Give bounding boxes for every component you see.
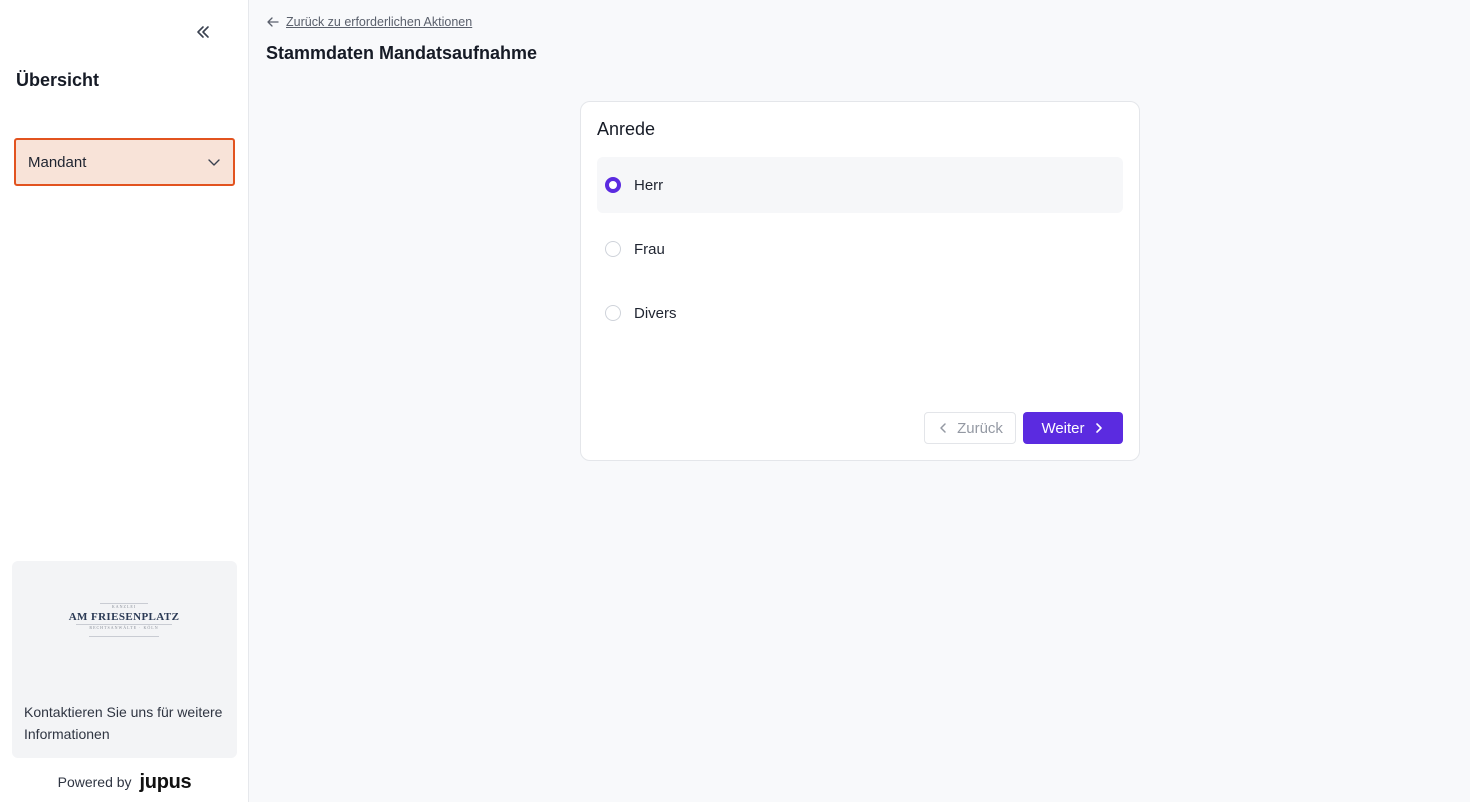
powered-by: Powered by jupus: [0, 772, 249, 792]
back-to-actions-link[interactable]: Zurück zu erforderlichen Aktionen: [266, 15, 472, 29]
radio-label: Frau: [634, 240, 665, 258]
arrow-left-icon: [267, 17, 279, 27]
chevron-left-icon: [940, 423, 946, 433]
sidebar-item-mandant[interactable]: Mandant: [14, 138, 235, 186]
next-button-label: Weiter: [1041, 419, 1085, 437]
question-title: Anrede: [597, 119, 656, 139]
sidebar-title: Übersicht: [16, 70, 100, 90]
chevrons-left-icon: [197, 26, 209, 38]
form-card: Anrede Herr Frau Divers Zurück Weiter: [580, 101, 1140, 461]
chevron-right-icon: [1095, 423, 1102, 433]
sidebar-item-label: Mandant: [28, 153, 87, 171]
logo-main-text: AM FRIESENPLATZ: [68, 611, 180, 623]
next-button[interactable]: Weiter: [1023, 412, 1123, 444]
radio-label: Herr: [634, 176, 664, 194]
back-button[interactable]: Zurück: [924, 412, 1016, 444]
collapse-sidebar-button[interactable]: [190, 20, 216, 44]
radio-button[interactable]: [605, 241, 621, 257]
back-button-label: Zurück: [957, 419, 1003, 437]
contact-text: Kontaktieren Sie uns für weitere Informa…: [24, 704, 223, 742]
jupus-logo: jupus: [139, 771, 192, 793]
radio-button[interactable]: [605, 305, 621, 321]
back-link-label: Zurück zu erforderlichen Aktionen: [286, 15, 473, 29]
firm-logo: KANZLEI AM FRIESENPLATZ RECHTSANWÄLTE · …: [68, 601, 180, 653]
page-title: Stammdaten Mandatsaufnahme: [266, 43, 538, 63]
chevron-down-icon: [208, 159, 220, 166]
radio-option-frau[interactable]: Frau: [597, 221, 1123, 277]
radio-button[interactable]: [605, 177, 621, 193]
radio-option-herr[interactable]: Herr: [597, 157, 1123, 213]
powered-by-label: Powered by: [57, 774, 132, 790]
radio-label: Divers: [634, 304, 677, 322]
logo-bottom-text: RECHTSANWÄLTE · KÖLN: [89, 625, 159, 630]
radio-option-divers[interactable]: Divers: [597, 285, 1123, 341]
logo-divider: [89, 636, 159, 637]
sidebar: Übersicht Mandant KANZLEI AM FRIESENPLAT…: [0, 0, 249, 802]
contact-card: KANZLEI AM FRIESENPLATZ RECHTSANWÄLTE · …: [12, 561, 237, 758]
